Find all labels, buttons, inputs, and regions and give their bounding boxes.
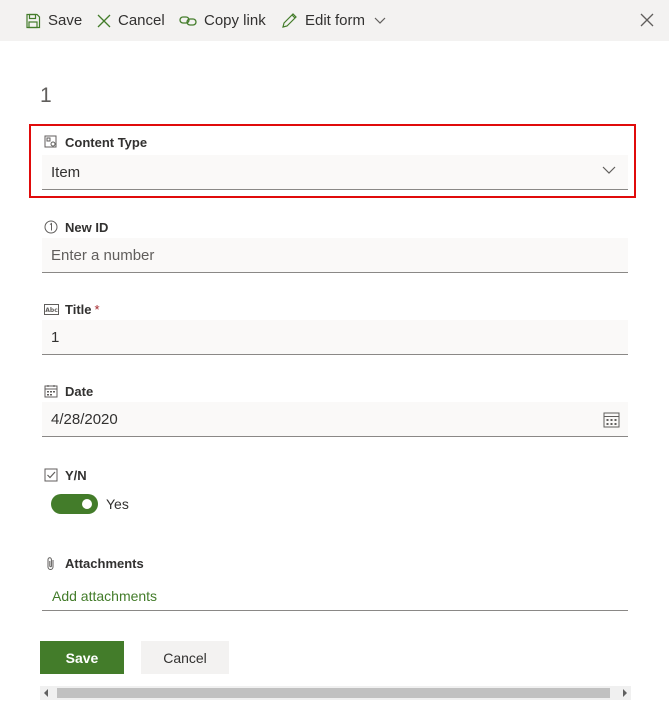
new-id-placeholder: Enter a number <box>51 246 155 264</box>
title-label: Abc Title * <box>43 301 100 317</box>
scroll-right-icon[interactable] <box>623 689 627 697</box>
attachments-underline <box>42 610 628 611</box>
required-marker: * <box>94 301 100 317</box>
title-label-text: Title <box>65 301 92 317</box>
checkbox-icon <box>43 467 59 483</box>
yn-label-text: Y/N <box>65 467 87 483</box>
new-id-label: New ID <box>43 219 108 235</box>
edit-form-label: Edit form <box>305 12 366 29</box>
date-label-text: Date <box>65 383 94 399</box>
copy-link-label: Copy link <box>204 12 266 29</box>
scroll-left-icon[interactable] <box>44 689 48 697</box>
link-icon <box>179 15 197 26</box>
content-type-label: Content Type <box>43 134 147 150</box>
yn-toggle[interactable] <box>51 494 98 514</box>
content-type-icon <box>43 134 59 150</box>
date-input[interactable]: 4/28/2020 <box>42 402 628 437</box>
calendar-picker-icon[interactable] <box>603 411 620 428</box>
toggle-knob <box>82 499 92 509</box>
title-input[interactable]: 1 <box>42 320 628 355</box>
cancel-button[interactable]: Cancel <box>141 641 229 674</box>
calendar-icon <box>43 383 59 399</box>
attachments-label-text: Attachments <box>65 555 144 571</box>
new-id-input[interactable]: Enter a number <box>42 238 628 273</box>
item-title: 1 <box>40 84 52 107</box>
close-icon[interactable] <box>639 12 655 28</box>
yn-state-text: Yes <box>106 496 129 512</box>
horizontal-scrollbar[interactable] <box>40 686 631 700</box>
content-type-label-text: Content Type <box>65 134 148 150</box>
number-icon <box>43 219 59 235</box>
copy-link-command[interactable]: Copy link <box>179 0 266 41</box>
cancel-icon <box>97 14 111 27</box>
edit-form-command[interactable]: Edit form <box>281 0 386 41</box>
title-value: 1 <box>51 328 60 346</box>
save-icon <box>26 13 41 28</box>
cancel-command-label: Cancel <box>118 12 165 29</box>
save-button[interactable]: Save <box>40 641 124 674</box>
text-abc-icon: Abc <box>43 301 59 317</box>
cancel-command[interactable]: Cancel <box>97 0 165 41</box>
chevron-down-icon <box>374 17 386 24</box>
pencil-icon <box>282 13 297 28</box>
yn-label: Y/N <box>43 467 87 483</box>
command-bar: Save Cancel Copy link Edit form <box>0 0 669 41</box>
content-type-dropdown[interactable]: Item <box>42 155 628 190</box>
date-label: Date <box>43 383 93 399</box>
svg-text:Abc: Abc <box>45 307 58 314</box>
chevron-down-icon <box>602 166 616 174</box>
scrollbar-thumb[interactable] <box>57 688 610 698</box>
paperclip-icon <box>43 555 59 571</box>
save-command[interactable]: Save <box>25 0 82 41</box>
date-value: 4/28/2020 <box>51 410 118 428</box>
save-command-label: Save <box>48 12 83 29</box>
new-id-label-text: New ID <box>65 219 109 235</box>
add-attachments-link[interactable]: Add attachments <box>52 588 157 604</box>
content-type-value: Item <box>51 163 81 181</box>
attachments-label: Attachments <box>43 555 144 571</box>
